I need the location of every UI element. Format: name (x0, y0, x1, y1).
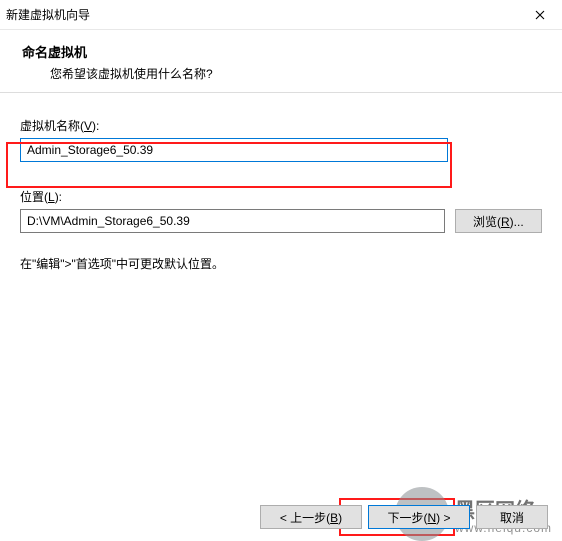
window-title: 新建虚拟机向导 (6, 6, 90, 23)
location-accel: L (48, 190, 55, 204)
browse-prefix: 浏览( (473, 215, 501, 229)
cancel-button[interactable]: 取消 (476, 505, 548, 529)
close-icon (535, 10, 545, 20)
browse-accel: R (501, 215, 510, 229)
title-bar: 新建虚拟机向导 (0, 0, 562, 30)
page-title: 命名虚拟机 (22, 42, 552, 61)
back-prefix: < 上一步( (280, 511, 330, 525)
location-label-prefix: 位置( (20, 190, 48, 204)
vm-name-label-суф: ): (92, 119, 99, 133)
wizard-footer: < 上一步(B) 下一步(N) > 取消 (260, 505, 548, 529)
helper-text: 在"编辑">"首选项"中可更改默认位置。 (20, 255, 542, 272)
browse-button[interactable]: 浏览(R)... (455, 209, 542, 233)
wizard-header: 命名虚拟机 您希望该虚拟机使用什么名称? (0, 30, 562, 93)
location-row: 浏览(R)... (20, 209, 542, 233)
vm-name-input[interactable] (20, 138, 448, 162)
back-suffix: ) (338, 511, 342, 525)
next-suffix: ) > (436, 511, 450, 525)
vm-name-label: 虚拟机名称(V): (20, 117, 542, 134)
location-input[interactable] (20, 209, 445, 233)
close-button[interactable] (518, 0, 562, 30)
page-subtitle: 您希望该虚拟机使用什么名称? (50, 65, 552, 82)
next-prefix: 下一步( (387, 511, 427, 525)
vm-name-label-prefix: 虚拟机名称( (20, 119, 84, 133)
wizard-content: 虚拟机名称(V): 位置(L): 浏览(R)... 在"编辑">"首选项"中可更… (0, 93, 562, 282)
back-button[interactable]: < 上一步(B) (260, 505, 362, 529)
next-button[interactable]: 下一步(N) > (368, 505, 470, 529)
location-label-suffix: ): (55, 190, 62, 204)
next-accel: N (427, 511, 436, 525)
location-label: 位置(L): (20, 188, 542, 205)
browse-suffix: )... (510, 215, 524, 229)
vm-name-accel: V (84, 119, 92, 133)
back-accel: B (330, 511, 338, 525)
